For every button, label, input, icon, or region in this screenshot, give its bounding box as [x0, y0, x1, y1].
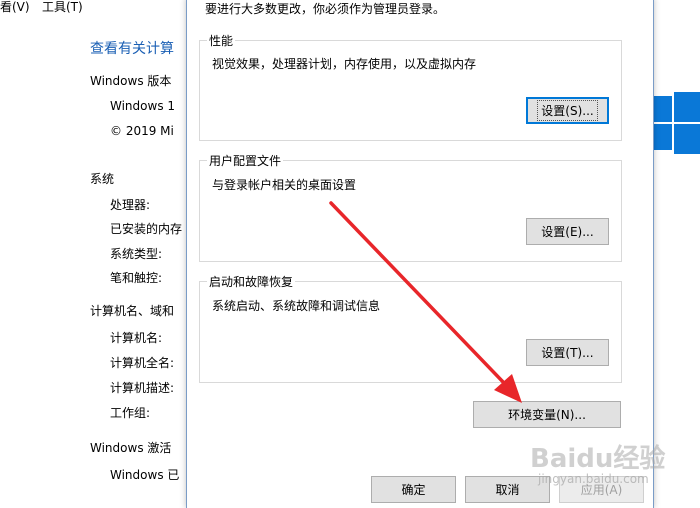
performance-title: 性能	[207, 32, 236, 49]
copyright-text: © 2019 Mi	[110, 124, 174, 138]
startup-recovery-title: 启动和故障恢复	[207, 273, 296, 290]
performance-settings-button[interactable]: 设置(S)...	[526, 97, 609, 124]
ok-button[interactable]: 确定	[371, 476, 456, 503]
performance-settings-label: 设置(S)...	[537, 100, 598, 121]
memory-label: 已安装的内存	[110, 222, 183, 236]
user-profiles-description: 与登录帐户相关的桌面设置	[212, 178, 357, 192]
admin-note: 要进行大多数更改，你必须作为管理员登录。	[205, 2, 446, 16]
system-heading: 系统	[90, 172, 115, 186]
menu-bar: 看(V) 工具(T)	[0, 0, 200, 16]
windows-logo-icon	[654, 92, 700, 156]
environment-variables-button[interactable]: 环境变量(N)...	[473, 401, 621, 428]
computer-name-heading: 计算机名、域和	[90, 304, 175, 318]
menu-tools[interactable]: 工具(T)	[42, 0, 83, 15]
system-type-label: 系统类型:	[110, 247, 163, 261]
full-name-label: 计算机全名:	[110, 356, 175, 370]
performance-description: 视觉效果，处理器计划，内存使用，以及虚拟内存	[212, 57, 477, 71]
startup-recovery-description: 系统启动、系统故障和调试信息	[212, 299, 381, 313]
user-profiles-group: 用户配置文件 与登录帐户相关的桌面设置 设置(E)...	[199, 152, 622, 262]
page-title: 查看有关计算	[90, 41, 174, 57]
computer-name-label: 计算机名:	[110, 331, 163, 345]
startup-recovery-settings-button[interactable]: 设置(T)...	[526, 339, 609, 366]
startup-recovery-group: 启动和故障恢复 系统启动、系统故障和调试信息 设置(T)...	[199, 273, 622, 383]
pen-touch-label: 笔和触控:	[110, 271, 163, 285]
computer-description-label: 计算机描述:	[110, 381, 175, 395]
activation-status: Windows 已	[110, 468, 180, 482]
user-profiles-settings-button[interactable]: 设置(E)...	[526, 218, 609, 245]
watermark-text: Baidu经验	[530, 444, 666, 474]
performance-group: 性能 视觉效果，处理器计划，内存使用，以及虚拟内存 设置(S)...	[199, 32, 622, 141]
processor-label: 处理器:	[110, 198, 151, 212]
activation-heading: Windows 激活	[90, 441, 172, 455]
windows-edition-heading: Windows 版本	[90, 74, 172, 88]
user-profiles-title: 用户配置文件	[207, 152, 284, 169]
watermark-url: jingyan.baidu.com	[538, 472, 649, 486]
windows-name: Windows 1	[110, 99, 176, 113]
menu-view[interactable]: 看(V)	[0, 0, 30, 15]
workgroup-label: 工作组:	[110, 406, 151, 420]
watermark: Baidu经验 jingyan.baidu.com	[516, 428, 700, 500]
